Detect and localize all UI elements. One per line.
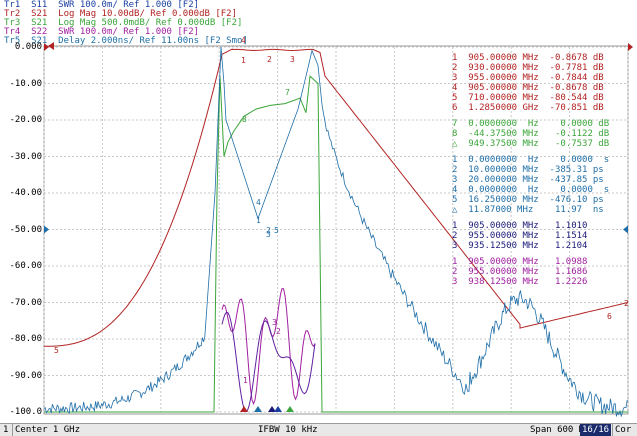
marker-readout-row: 5 16.250000 MHz -476.10 ps: [452, 195, 604, 205]
marker-glyph[interactable]: 7: [285, 88, 290, 97]
marker-glyph[interactable]: 1: [243, 376, 248, 385]
marker-readout-row: 1 0.0000000 Hz 0.0000 s: [452, 155, 610, 165]
marker-glyph[interactable]: 3: [266, 230, 271, 239]
marker-readout-row: 6 1.2850000 GHz -70.851 dB: [452, 103, 604, 113]
marker-readout-row: 2 10.000000 MHz -385.31 ps: [452, 165, 604, 175]
marker-glyph[interactable]: 5: [274, 226, 279, 235]
channel-number[interactable]: 1: [3, 424, 8, 436]
marker-readout-row: 7 0.0000000 Hz 0.0000 dB: [452, 119, 610, 129]
y-axis-label: -60.00: [9, 261, 42, 271]
y-axis-label: -90.00: [9, 370, 42, 381]
correction-indicator[interactable]: Cor: [612, 424, 631, 436]
center-frequency[interactable]: Center 1 GHz: [12, 424, 80, 436]
marker-readout-row: 2 955.00000 MHz 1.1686: [452, 267, 588, 277]
marker-glyph[interactable]: 2: [276, 327, 281, 336]
status-bar: 1 Center 1 GHz IFBW 10 kHz Span 600 MHz …: [0, 423, 637, 436]
marker-readout-row: 3 935.12500 MHz 1.2104: [452, 241, 588, 251]
marker-readout-row: 1 905.00000 MHz -0.8678 dB: [452, 53, 604, 63]
marker-readout-row: 3 955.00000 MHz -0.7844 dB: [452, 73, 604, 83]
marker-glyph[interactable]: 4: [256, 198, 261, 207]
marker-glyph[interactable]: 5: [54, 346, 59, 355]
y-axis-label: -80.00: [9, 334, 42, 344]
ref-level-marker[interactable]: [628, 43, 633, 51]
marker-readout-row: 4 0.0000000 Hz 0.0000 s: [452, 185, 610, 195]
marker-glyph[interactable]: 1: [256, 216, 261, 225]
marker-readout-row: 4 905.00000 MHz -0.8678 dB: [452, 83, 604, 93]
marker-readout-row: 1 905.00000 MHz 1.1010: [452, 221, 588, 231]
marker-glyph[interactable]: 6: [607, 312, 612, 321]
marker-glyph[interactable]: 2: [624, 299, 629, 308]
marker-readout-row: 3 20.000000 MHz -437.85 ps: [452, 175, 604, 185]
ifbw-setting[interactable]: IFBW 10 kHz: [258, 424, 318, 436]
y-axis-label: -20.00: [9, 115, 42, 125]
marker-readout-row: 3 938.12500 MHz 1.2226: [452, 277, 588, 287]
marker-readout-row: 2 930.00000 MHz -0.7781 dB: [452, 63, 604, 73]
y-axis-label: 0.000: [14, 42, 42, 52]
marker-readout-row: 5 710.00000 MHz -80.544 dB: [452, 93, 604, 103]
marker-readout-row: 2 955.00000 MHz 1.1514: [452, 231, 588, 241]
y-axis-label: -50.00: [9, 224, 42, 235]
marker-readout-row: 1 905.00000 MHz 1.0988: [452, 257, 588, 267]
marker-glyph[interactable]: 8: [242, 115, 247, 124]
y-axis-label: -100.0: [9, 407, 42, 417]
sweep-count: 16/16: [580, 424, 612, 436]
marker-readout-row: △ 949.37500 MHz -0.7537 dB: [452, 139, 610, 149]
vna-screen: Tr1 S11 SWR 100.0m/ Ref 1.000 [F2] Tr2 S…: [0, 0, 637, 436]
marker-glyph[interactable]: 3: [272, 318, 277, 327]
y-axis-label: -40.00: [9, 188, 42, 198]
marker-readout-row: 8 -44.37500 MHz -0.1122 dB: [452, 129, 610, 139]
y-axis-label: -30.00: [9, 151, 42, 162]
y-axis-label: -70.00: [9, 297, 42, 308]
y-axis-label: -10.00: [9, 78, 42, 89]
marker-readout-row: △ 11.87000 MHz 11.97 ns: [452, 205, 604, 215]
marker-glyph[interactable]: 1: [241, 56, 246, 65]
marker-glyph[interactable]: 4: [241, 36, 246, 45]
marker-glyph[interactable]: 2: [267, 55, 272, 64]
marker-glyph[interactable]: 3: [290, 55, 295, 64]
